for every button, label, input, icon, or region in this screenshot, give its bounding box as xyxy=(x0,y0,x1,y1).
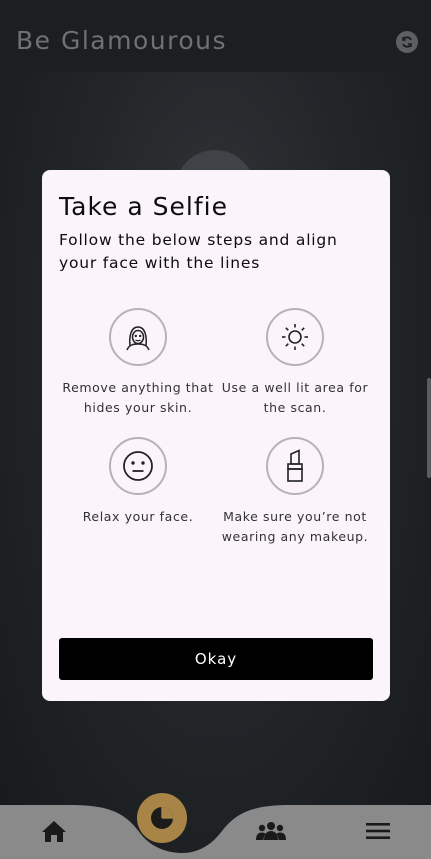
neutral-face-icon xyxy=(109,437,167,495)
sun-icon xyxy=(266,308,324,366)
nav-home[interactable] xyxy=(39,816,69,846)
home-icon xyxy=(42,821,66,842)
step-text: Make sure you’re not wearing any makeup. xyxy=(221,509,369,544)
step-text: Remove anything that hides your skin. xyxy=(62,380,214,415)
dialog-subtitle: Follow the below steps and align your fa… xyxy=(59,231,338,272)
refresh-button[interactable] xyxy=(396,31,418,53)
nav-menu[interactable] xyxy=(363,816,393,846)
menu-icon xyxy=(366,823,390,839)
nav-analysis[interactable] xyxy=(137,793,187,843)
step-text: Relax your face. xyxy=(82,509,194,524)
okay-button[interactable]: Okay xyxy=(59,638,373,680)
lipstick-icon xyxy=(266,437,324,495)
step-no-makeup: Make sure you’re not wearing any makeup. xyxy=(216,437,374,547)
step-remove-obstructions: Remove anything that hides your skin. xyxy=(59,308,217,418)
nav-community[interactable] xyxy=(255,816,287,846)
dialog-title: Take a Selfie xyxy=(59,192,228,221)
face-icon xyxy=(109,308,167,366)
app-header: Be Glamourous xyxy=(0,0,431,72)
group-icon xyxy=(256,822,286,840)
refresh-icon xyxy=(402,36,412,48)
pie-chart-icon xyxy=(151,807,173,829)
selfie-instructions-dialog: Take a Selfie Follow the below steps and… xyxy=(42,170,390,701)
step-lighting: Use a well lit area for the scan. xyxy=(216,308,374,418)
app-title: Be Glamourous xyxy=(16,26,228,55)
scrollbar[interactable] xyxy=(427,378,431,478)
step-relax-face: Relax your face. xyxy=(59,437,217,527)
step-text: Use a well lit area for the scan. xyxy=(221,380,369,415)
